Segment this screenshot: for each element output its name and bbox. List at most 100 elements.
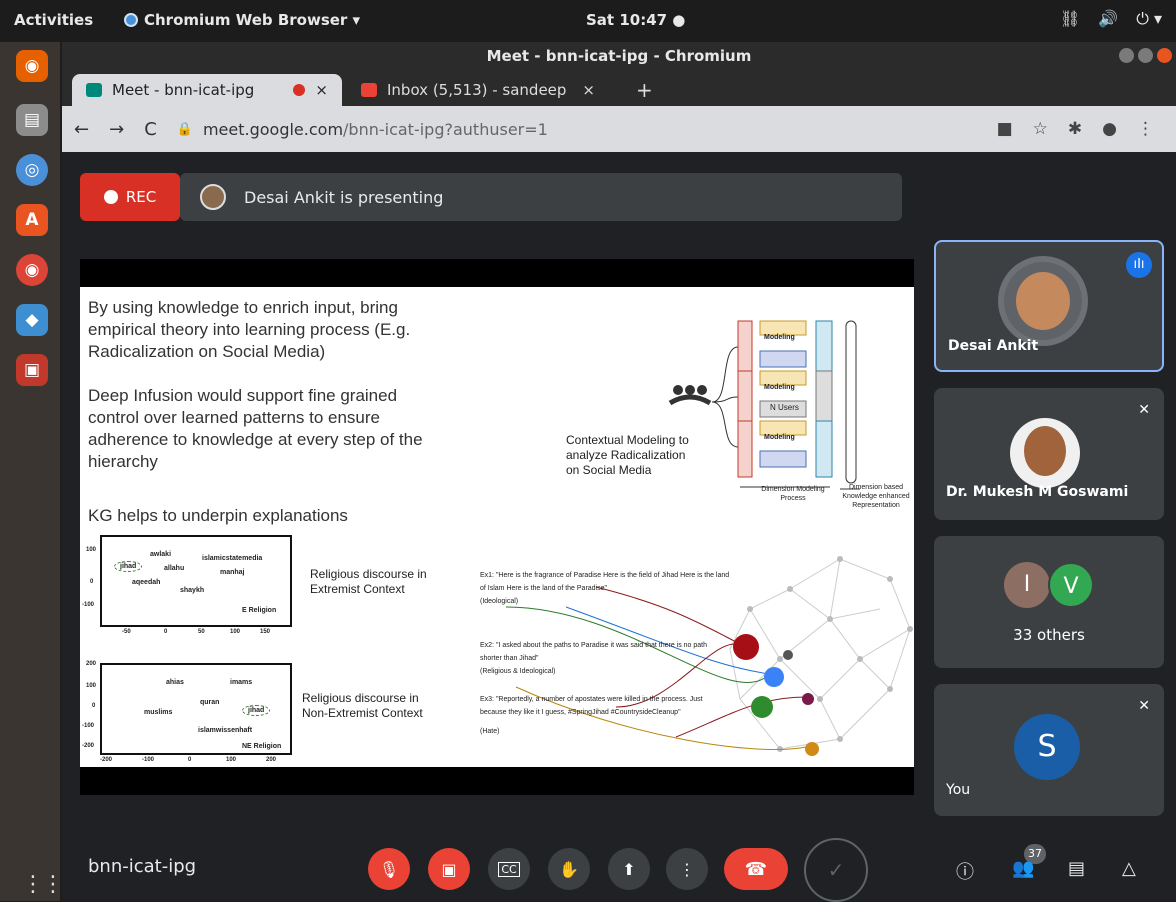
mukesh-avatar	[1010, 418, 1080, 488]
participant-tile-desai[interactable]: ıIı Desai Ankit	[934, 240, 1164, 372]
participant-name: Dr. Mukesh M Goswami	[946, 484, 1129, 500]
modeling-label: Modeling	[764, 334, 795, 341]
extensions-icon[interactable]: ✱	[1068, 119, 1082, 139]
camera-in-use-icon[interactable]: ■	[997, 119, 1013, 139]
caption-line: Extremist Context	[310, 582, 405, 596]
modeling-label: Modeling	[764, 434, 795, 441]
face-shape	[1024, 426, 1066, 476]
raise-hand-button[interactable]: ✋	[548, 848, 590, 890]
more-options-button[interactable]: ⋮	[666, 848, 708, 890]
plot-word: shaykh	[180, 587, 205, 594]
tab-gmail[interactable]: Inbox (5,513) - sandeepsu ×	[347, 74, 609, 106]
example-3: Ex3: "Reportedly, a number of apostates …	[480, 693, 730, 738]
tab-label: Meet - bnn-icat-ipg	[112, 81, 255, 99]
plot-word: imams	[230, 679, 253, 686]
present-button[interactable]: ⬆	[608, 848, 650, 890]
system-tray[interactable]: ⛓ 🔊 ⏻ ▾	[1060, 9, 1162, 29]
participant-tile-others[interactable]: I V 33 others	[934, 536, 1164, 668]
url-path: /bnn-icat-ipg?authuser=1	[343, 119, 548, 139]
participant-tile-mukesh[interactable]: ✕ Dr. Mukesh M Goswami	[934, 388, 1164, 520]
lock-icon[interactable]: 🔒	[177, 122, 193, 137]
trash-icon[interactable]: ▣	[16, 354, 48, 386]
slide-bullet-2: Deep Infusion would support fine grained…	[88, 385, 423, 473]
reload-button[interactable]: C	[144, 119, 157, 140]
tab-meet[interactable]: Meet - bnn-icat-ipg ×	[72, 74, 342, 106]
muted-mic-icon: ✕	[1138, 698, 1150, 714]
back-button[interactable]: ←	[74, 119, 89, 140]
minimize-icon[interactable]	[1119, 48, 1134, 63]
shared-slide: By using knowledge to enrich input, brin…	[80, 287, 914, 767]
bullet-line: Deep Infusion would support fine grained	[88, 386, 398, 405]
chromium-dock-icon[interactable]: ◎	[16, 154, 48, 186]
check-icon: ✓	[827, 858, 845, 882]
activities-icon[interactable]: △	[1122, 858, 1136, 879]
plot-word: quran	[200, 699, 220, 706]
y-tick: -100	[82, 602, 95, 608]
muted-mic-icon: ✕	[1138, 402, 1150, 418]
plot-word: allahu	[164, 565, 185, 572]
window-controls	[1119, 48, 1172, 63]
x-tick: -50	[122, 629, 131, 635]
activities-button[interactable]: Activities	[14, 11, 93, 29]
caption-line: Religious discourse in	[302, 691, 419, 705]
browser-menu-icon[interactable]: ⋮	[1137, 119, 1154, 139]
presenter-avatar	[200, 184, 226, 210]
tab-close-icon[interactable]: ×	[315, 81, 328, 99]
firefox-icon[interactable]: ◉	[16, 50, 48, 82]
example-text: Ex2: "I asked about the paths to Paradis…	[480, 642, 708, 662]
network-icon[interactable]: ⛓	[1060, 9, 1080, 29]
recording-badge[interactable]: REC	[80, 173, 180, 221]
you-avatar: S	[1014, 714, 1080, 780]
plot-word: muslims	[144, 709, 173, 716]
dock: ◉ ▤ ◎ A ◉ ◆ ▣ ⋮⋮⋮	[0, 42, 84, 901]
presenting-banner: Desai Ankit is presenting	[180, 173, 902, 221]
url-host: meet.google.com	[202, 119, 344, 139]
power-icon[interactable]: ⏻ ▾	[1136, 9, 1162, 29]
new-tab-button[interactable]: +	[636, 78, 653, 102]
camera-off-button[interactable]: ▣	[428, 848, 470, 890]
maximize-icon[interactable]	[1138, 48, 1153, 63]
captions-button[interactable]: CC	[488, 848, 530, 890]
virtualbox-icon[interactable]: ◆	[16, 304, 48, 336]
record-dot-icon	[103, 190, 118, 204]
chromium-icon	[124, 13, 138, 27]
speaking-indicator-icon: ıIı	[1126, 252, 1152, 278]
plot-legend: E Religion	[242, 607, 277, 614]
os-top-bar: Activities Chromium Web Browser ▾ Sat 10…	[0, 0, 1176, 42]
volume-icon[interactable]: 🔊	[1098, 9, 1118, 29]
mic-off-button[interactable]: 🎙	[368, 848, 410, 890]
desai-avatar	[998, 256, 1088, 346]
caption-line: Contextual Modeling to	[566, 433, 689, 447]
files-icon[interactable]: ▤	[16, 104, 48, 136]
y-tick: 0	[90, 579, 94, 585]
tab-close-icon[interactable]: ×	[582, 81, 595, 99]
chrome-icon[interactable]: ◉	[16, 254, 48, 286]
y-tick: 100	[86, 683, 97, 689]
gmail-favicon-icon	[361, 83, 377, 97]
example-tag: (Hate)	[480, 728, 500, 735]
toolbar: ← → C 🔒 meet.google.com/bnn-icat-ipg?aut…	[62, 106, 1176, 152]
people-icon[interactable]: 👥	[1012, 858, 1034, 879]
plot-word: ahias	[166, 679, 184, 686]
meet-favicon-icon	[86, 83, 102, 97]
address-bar[interactable]: 🔒 meet.google.com/bnn-icat-ipg?authuser=…	[177, 113, 977, 145]
y-tick: -100	[82, 723, 95, 729]
clock[interactable]: Sat 10:47 ●	[586, 11, 685, 29]
caption-line: Non-Extremist Context	[302, 706, 423, 720]
app-menu[interactable]: Chromium Web Browser ▾	[124, 11, 360, 29]
leave-call-button[interactable]: ☎	[724, 848, 788, 890]
bookmark-star-icon[interactable]: ☆	[1033, 119, 1048, 139]
x-tick: 0	[164, 629, 168, 635]
profile-icon[interactable]: ●	[1102, 119, 1117, 139]
x-tick: -200	[100, 757, 113, 763]
close-window-icon[interactable]	[1157, 48, 1172, 63]
software-center-icon[interactable]: A	[16, 204, 48, 236]
forward-button[interactable]: →	[109, 119, 124, 140]
chat-icon[interactable]: ▤	[1068, 858, 1085, 879]
browser-window: Meet - bnn-icat-ipg - Chromium Meet - bn…	[62, 42, 1176, 902]
meeting-info-icon[interactable]: ⓘ	[956, 858, 974, 884]
caption-line: Religious discourse in	[310, 567, 427, 581]
participant-tile-you[interactable]: ✕ S You	[934, 684, 1164, 816]
extremist-caption: Religious discourse in Extremist Context	[310, 567, 427, 597]
example-2: Ex2: "I asked about the paths to Paradis…	[480, 639, 730, 678]
